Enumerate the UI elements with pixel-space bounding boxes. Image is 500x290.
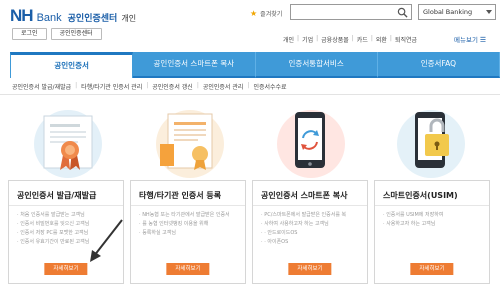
document-ribbon-icon	[156, 110, 224, 178]
favorites-link[interactable]: ★ 즐겨찾기	[250, 9, 282, 18]
login-button-group: 로그인 공인인증센터	[12, 28, 102, 40]
star-icon: ★	[250, 9, 258, 18]
list-item: 인증서를 USIM에 저장하여	[383, 211, 483, 220]
card-issue-more-button[interactable]: 자세히보기	[44, 263, 88, 275]
subnav-manage[interactable]: 공인인증서 관리	[203, 82, 244, 91]
logo-center-title: 공인인증센터	[67, 14, 118, 24]
list-item: NH농협 또는 타기관에서 발급받은 인증서	[139, 211, 239, 220]
util-link-forex[interactable]: 외환	[376, 35, 387, 44]
logo-nh: NH	[10, 6, 34, 25]
hamburger-icon: ☰	[479, 36, 487, 44]
list-item: · 아이폰OS	[261, 238, 361, 247]
util-link-pension[interactable]: 퇴직연금	[395, 35, 417, 44]
list-item: PC/스마트폰에서 발급받은 인증서를 복	[261, 211, 361, 220]
list-item: 사하여 사용하고자 하는 고객님	[261, 220, 361, 229]
global-banking-label: Global Banking	[423, 8, 473, 16]
card-other-bank-title: 타행/타기관 인증서 등록	[131, 181, 245, 206]
chevron-down-icon	[486, 10, 492, 14]
global-banking-select[interactable]: Global Banking	[418, 4, 496, 20]
subnav-issue[interactable]: 공인인증서 발급/재발급	[12, 82, 71, 91]
tab-smartphone-copy[interactable]: 공인인증서 스마트폰 복사	[133, 52, 256, 78]
list-item: 를 농협 인터넷뱅킹 이용을 위해	[139, 220, 239, 229]
card-issue-title: 공인인증서 발급/재발급	[9, 181, 123, 206]
subnav-other-bank[interactable]: 타행/타기관 인증서 관리	[81, 82, 142, 91]
cert-center-button[interactable]: 공인인증센터	[50, 28, 102, 40]
nh-bank-logo[interactable]: NH Bank 공인인증센터 개인	[10, 6, 136, 26]
list-item: · 안드로이드OS	[261, 229, 361, 238]
login-button[interactable]: 로그인	[12, 28, 47, 40]
list-item: 등록하실 고객님	[139, 229, 239, 238]
divider	[0, 94, 500, 95]
util-link-personal[interactable]: 개인	[283, 35, 294, 44]
subnav-renew[interactable]: 공인인증서 갱신	[152, 82, 193, 91]
card-usim-more-button[interactable]: 자세히보기	[410, 263, 454, 275]
all-menu-button[interactable]: 메뉴보기 ☰	[454, 34, 486, 44]
card-usim: 스마트인증서(USIM) 인증서를 USIM에 저장하여 사용하고자 하는 고객…	[374, 180, 490, 284]
arrow-pointer-icon	[90, 219, 123, 262]
tab-faq[interactable]: 인증서FAQ	[377, 52, 500, 78]
certificate-award-icon	[34, 110, 102, 178]
tab-certificate[interactable]: 공인인증서	[10, 52, 134, 78]
main-tabs: 공인인증서 공인인증서 스마트폰 복사 인증서통합서비스 인증서FAQ	[10, 52, 500, 78]
tab-integrated-service[interactable]: 인증서통합서비스	[255, 52, 378, 78]
list-item: 사용하고자 하는 고객님	[383, 220, 483, 229]
card-other-bank-more-button[interactable]: 자세히보기	[166, 263, 210, 275]
card-smartphone-copy-title: 공인인증서 스마트폰 복사	[253, 181, 367, 206]
card-smartphone-copy-more-button[interactable]: 자세히보기	[288, 263, 332, 275]
utility-nav: 개인 | 기업 | 금융상품몰 | 카드 | 외환 | 퇴직연금	[283, 35, 418, 44]
util-link-card[interactable]: 카드	[357, 35, 368, 44]
card-other-bank: 타행/타기관 인증서 등록 NH농협 또는 타기관에서 발급받은 인증서 를 농…	[130, 180, 246, 284]
util-link-corporate[interactable]: 기업	[302, 35, 313, 44]
all-menu-label: 메뉴보기	[454, 36, 478, 44]
search-input[interactable]	[290, 4, 412, 20]
smartphone-sync-icon	[277, 110, 345, 178]
logo-personal: 개인	[121, 14, 137, 23]
util-link-products[interactable]: 금융상품몰	[321, 35, 349, 44]
search-icon[interactable]	[397, 7, 408, 18]
subnav-fee[interactable]: 인증서수수료	[253, 82, 286, 91]
logo-bank: Bank	[36, 12, 62, 24]
favorites-label: 즐겨찾기	[260, 11, 283, 18]
smartphone-lock-icon	[397, 110, 465, 178]
card-smartphone-copy: 공인인증서 스마트폰 복사 PC/스마트폰에서 발급받은 인증서를 복 사하여 …	[252, 180, 368, 284]
sub-navigation: 공인인증서 발급/재발급 | 타행/타기관 인증서 관리 | 공인인증서 갱신 | 공…	[12, 82, 287, 91]
card-usim-title: 스마트인증서(USIM)	[375, 181, 489, 206]
